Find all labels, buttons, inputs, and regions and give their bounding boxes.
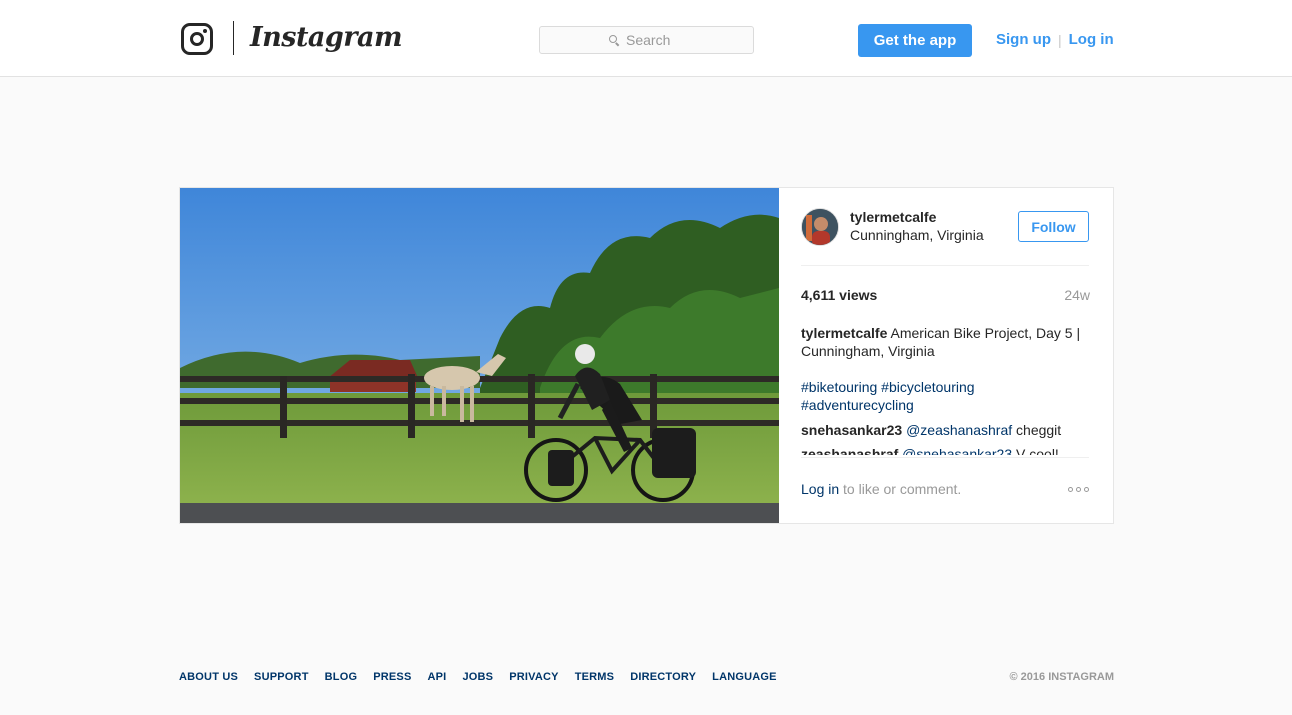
caption: tylermetcalfe American Bike Project, Day… bbox=[801, 324, 1091, 360]
divider bbox=[801, 457, 1089, 458]
hashtag-link[interactable]: #adventurecycling bbox=[801, 397, 914, 413]
footer-link-blog[interactable]: BLOG bbox=[325, 671, 358, 683]
sign-up-link[interactable]: Sign up bbox=[996, 31, 1051, 48]
logo-divider bbox=[233, 21, 234, 55]
more-options-icon[interactable] bbox=[1068, 487, 1089, 492]
hashtag-link[interactable]: #biketouring bbox=[801, 379, 877, 395]
auth-links: Sign up | Log in bbox=[996, 31, 1114, 48]
post-photo[interactable] bbox=[180, 188, 779, 523]
comment-username[interactable]: zeashanashraf bbox=[801, 446, 898, 455]
footer-link-about[interactable]: ABOUT US bbox=[179, 671, 238, 683]
auth-separator: | bbox=[1058, 31, 1062, 48]
login-prompt: Log in to like or comment. bbox=[801, 481, 961, 497]
comment-mention[interactable]: @zeashanashraf bbox=[906, 422, 1012, 438]
copyright: © 2016 INSTAGRAM bbox=[1009, 671, 1114, 683]
view-count: 4,611 views bbox=[801, 287, 878, 303]
footer-link-jobs[interactable]: JOBS bbox=[462, 671, 493, 683]
hashtags: #biketouring #bicycletouring #adventurec… bbox=[801, 378, 1091, 414]
comment-text: V cool! bbox=[1016, 446, 1059, 455]
instagram-camera-icon[interactable] bbox=[181, 23, 213, 55]
footer-link-api[interactable]: API bbox=[428, 671, 447, 683]
search-icon bbox=[609, 34, 620, 46]
footer-link-support[interactable]: SUPPORT bbox=[254, 671, 309, 683]
post-location[interactable]: Cunningham, Virginia bbox=[850, 227, 984, 243]
login-prompt-text: to like or comment. bbox=[843, 481, 962, 497]
footer-link-directory[interactable]: DIRECTORY bbox=[630, 671, 696, 683]
comment-username[interactable]: snehasankar23 bbox=[801, 422, 902, 438]
post-age[interactable]: 24w bbox=[1064, 287, 1090, 303]
log-in-link[interactable]: Log in bbox=[1069, 31, 1114, 48]
get-the-app-button[interactable]: Get the app bbox=[858, 24, 972, 57]
follow-button[interactable]: Follow bbox=[1018, 211, 1089, 242]
comment: zeashanashraf @snehasankar23 V cool! bbox=[801, 445, 1091, 455]
post-sidebar: tylermetcalfe Cunningham, Virginia Follo… bbox=[779, 188, 1113, 523]
comment: snehasankar23 @zeashanashraf cheggit bbox=[801, 421, 1091, 439]
search-input[interactable] bbox=[626, 32, 684, 48]
footer-link-terms[interactable]: TERMS bbox=[575, 671, 615, 683]
footer-link-language[interactable]: LANGUAGE bbox=[712, 671, 777, 683]
hashtag-link[interactable]: #bicycletouring bbox=[881, 379, 974, 395]
caption-username[interactable]: tylermetcalfe bbox=[801, 325, 887, 341]
footer-nav: ABOUT US SUPPORT BLOG PRESS API JOBS PRI… bbox=[179, 671, 777, 683]
log-in-link[interactable]: Log in bbox=[801, 481, 839, 497]
post-card: tylermetcalfe Cunningham, Virginia Follo… bbox=[179, 187, 1114, 524]
top-navigation-bar: Instagram Get the app Sign up | Log in bbox=[0, 0, 1292, 77]
instagram-wordmark[interactable]: Instagram bbox=[250, 22, 403, 53]
footer-link-press[interactable]: PRESS bbox=[373, 671, 411, 683]
footer-link-privacy[interactable]: PRIVACY bbox=[509, 671, 558, 683]
post-author-username[interactable]: tylermetcalfe bbox=[850, 209, 936, 225]
divider bbox=[801, 265, 1089, 266]
cyclist-photo-illustration bbox=[180, 188, 779, 523]
search-box[interactable] bbox=[539, 26, 754, 54]
footer: ABOUT US SUPPORT BLOG PRESS API JOBS PRI… bbox=[179, 671, 1114, 683]
avatar[interactable] bbox=[801, 208, 839, 246]
comment-text: cheggit bbox=[1016, 422, 1062, 438]
comment-mention[interactable]: @snehasankar23 bbox=[902, 446, 1012, 455]
comments-list[interactable]: tylermetcalfe American Bike Project, Day… bbox=[801, 324, 1091, 455]
